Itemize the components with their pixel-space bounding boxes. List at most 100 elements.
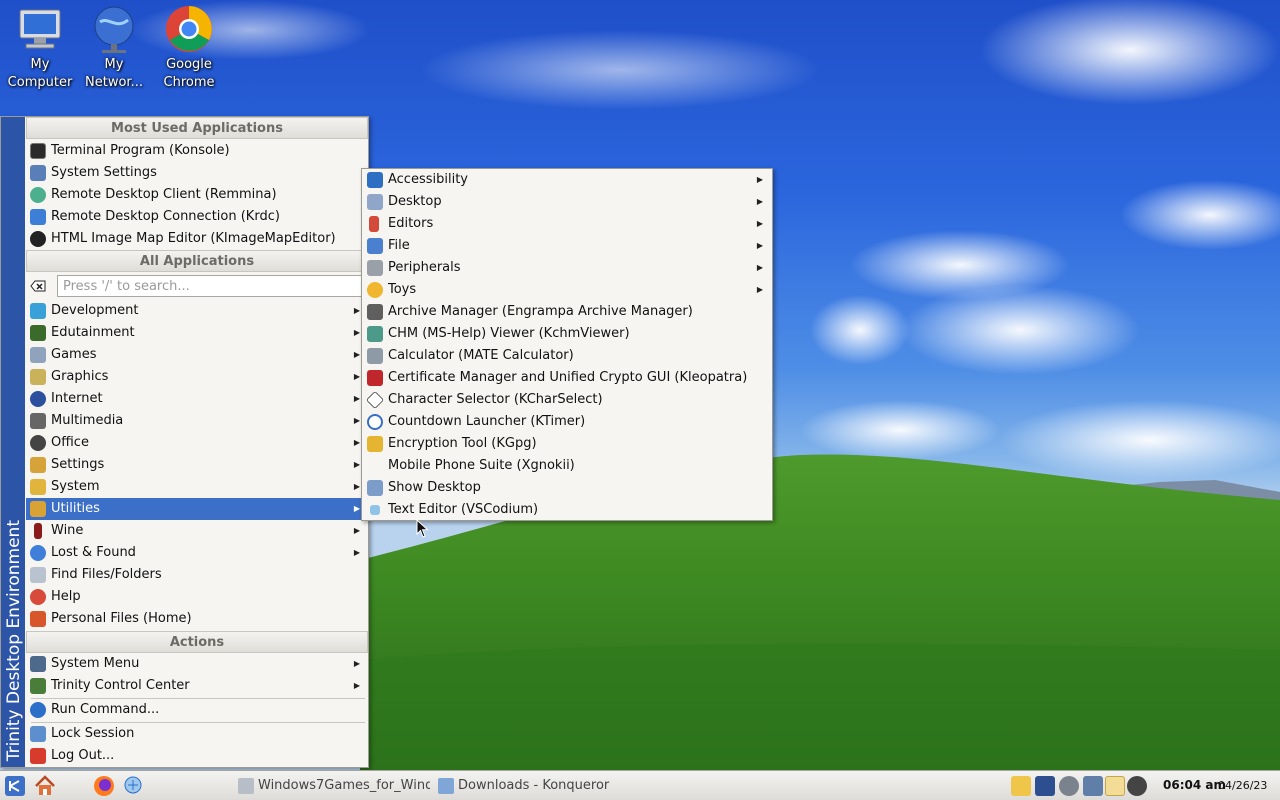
submenu-item-kleopatra[interactable]: Certificate Manager and Unified Crypto G…: [363, 367, 771, 389]
menu-item-run-command[interactable]: Run Command...: [26, 699, 368, 721]
submenu-item-peripherals[interactable]: Peripherals ▶: [363, 257, 771, 279]
editors-icon: [369, 216, 379, 232]
submenu-arrow-icon: ▶: [756, 175, 763, 184]
mouse-cursor-icon: [416, 519, 429, 538]
submenu-arrow-icon: ▶: [756, 219, 763, 228]
menu-item-settings[interactable]: Settings ▶: [26, 454, 368, 476]
task-konqueror-downloads[interactable]: Downloads - Konqueror: [436, 774, 636, 798]
chm-viewer-icon: [367, 326, 383, 342]
menu-item-kimagemapeditor[interactable]: HTML Image Map Editor (KImageMapEditor): [26, 228, 368, 250]
menu-item-find-files[interactable]: Find Files/Folders: [26, 564, 368, 586]
home-folder-icon[interactable]: [34, 774, 56, 798]
desktop-icon-label: My Computer: [7, 57, 73, 90]
menu-item-edutainment[interactable]: Edutainment ▶: [26, 322, 368, 344]
wine-icon: [34, 523, 42, 539]
graphics-icon: [30, 369, 46, 385]
menu-item-development[interactable]: Development ▶: [26, 300, 368, 322]
menu-item-games[interactable]: Games ▶: [26, 344, 368, 366]
menu-item-lost-found[interactable]: Lost & Found ▶: [26, 542, 368, 564]
terminal-icon: [30, 143, 46, 159]
menu-item-system[interactable]: System ▶: [26, 476, 368, 498]
submenu-item-kgpg[interactable]: Encryption Tool (KGpg): [363, 433, 771, 455]
menu-item-wine[interactable]: Wine ▶: [26, 520, 368, 542]
submenu-item-ktimer[interactable]: Countdown Launcher (KTimer): [363, 411, 771, 433]
menu-item-graphics[interactable]: Graphics ▶: [26, 366, 368, 388]
menu-item-lock-session[interactable]: Lock Session: [26, 723, 368, 745]
submenu-arrow-icon: ▶: [353, 681, 360, 690]
menu-item-konsole[interactable]: Terminal Program (Konsole): [26, 140, 368, 162]
update-tray-icon[interactable]: [1127, 776, 1147, 796]
submenu-item-desktop[interactable]: Desktop ▶: [363, 191, 771, 213]
settings-icon: [30, 457, 46, 473]
calculator-icon: [367, 348, 383, 364]
menu-item-help[interactable]: Help: [26, 586, 368, 608]
submenu-arrow-icon: ▶: [353, 504, 360, 513]
all-applications-header: All Applications: [26, 250, 368, 272]
desktop-icon: [367, 194, 383, 210]
edutainment-icon: [30, 325, 46, 341]
k-menu-sidebar: Trinity Desktop Environment: [1, 117, 25, 767]
lock-icon: [30, 726, 46, 742]
submenu-item-vscodium[interactable]: Text Editor (VSCodium): [363, 499, 771, 521]
menu-item-control-center[interactable]: Trinity Control Center ▶: [26, 675, 368, 697]
firefox-icon[interactable]: [92, 774, 116, 798]
submenu-arrow-icon: ▶: [756, 197, 763, 206]
k-menu-button-icon[interactable]: [4, 774, 26, 798]
network-tool-icon[interactable]: [122, 774, 146, 798]
submenu-item-show-desktop[interactable]: Show Desktop: [363, 477, 771, 499]
submenu-item-chm-viewer[interactable]: CHM (MS-Help) Viewer (KchmViewer): [363, 323, 771, 345]
menu-item-log-out[interactable]: Log Out...: [26, 745, 368, 767]
archive-icon: [367, 304, 383, 320]
clipboard-tray-icon[interactable]: [1011, 776, 1031, 796]
kleopatra-icon: [367, 370, 383, 386]
desktop-icon-label: My Networ...: [85, 57, 143, 90]
run-command-icon: [30, 702, 46, 718]
search-input[interactable]: [57, 275, 366, 297]
menu-item-system-settings[interactable]: System Settings: [26, 162, 368, 184]
desktop-icon-label: Google Chrome: [163, 57, 215, 90]
submenu-arrow-icon: ▶: [353, 659, 360, 668]
clear-search-icon[interactable]: [30, 278, 46, 294]
submenu-item-editors[interactable]: Editors ▶: [363, 213, 771, 235]
submenu-item-archive-manager[interactable]: Archive Manager (Engrampa Archive Manage…: [363, 301, 771, 323]
charselect-icon: [365, 390, 385, 410]
desktop-icon-my-network[interactable]: My Networ...: [76, 4, 152, 92]
kgpg-icon: [367, 436, 383, 452]
menu-item-utilities[interactable]: Utilities ▶: [26, 498, 368, 520]
submenu-item-kcharselect[interactable]: Character Selector (KCharSelect): [363, 389, 771, 411]
volume-tray-icon[interactable]: [1083, 776, 1103, 796]
menu-item-multimedia[interactable]: Multimedia ▶: [26, 410, 368, 432]
desktop-icon-my-computer[interactable]: My Computer: [2, 4, 78, 92]
home-icon: [30, 611, 46, 627]
help-icon: [30, 589, 46, 605]
krdc-icon: [30, 209, 46, 225]
clock-time[interactable]: 06:04 am: [1163, 778, 1226, 792]
submenu-item-toys[interactable]: Toys ▶: [363, 279, 771, 301]
submenu-item-file[interactable]: File ▶: [363, 235, 771, 257]
peripherals-icon: [367, 260, 383, 276]
menu-item-remmina[interactable]: Remote Desktop Client (Remmina): [26, 184, 368, 206]
computer-icon: [19, 9, 61, 49]
submenu-item-accessibility[interactable]: Accessibility ▶: [363, 169, 771, 191]
display-tray-icon[interactable]: [1035, 776, 1055, 796]
submenu-item-xgnokii[interactable]: Mobile Phone Suite (Xgnokii): [363, 455, 771, 477]
task-windows7games[interactable]: Windows7Games_for_Windo: [236, 774, 430, 798]
menu-item-office[interactable]: Office ▶: [26, 432, 368, 454]
desktop-icon-google-chrome[interactable]: Google Chrome: [151, 4, 227, 92]
remmina-icon: [30, 187, 46, 203]
menu-item-system-menu[interactable]: System Menu ▶: [26, 653, 368, 675]
internet-icon: [30, 391, 46, 407]
utilities-submenu: Accessibility ▶ Desktop ▶ Editors ▶ File ▶ P…: [361, 168, 773, 521]
multimedia-icon: [30, 413, 46, 429]
imagemap-icon: [30, 231, 46, 247]
menu-item-krdc[interactable]: Remote Desktop Connection (Krdc): [26, 206, 368, 228]
games-icon: [30, 347, 46, 363]
search-row: [26, 273, 368, 299]
network-tray-icon[interactable]: [1059, 776, 1079, 796]
submenu-item-calculator[interactable]: Calculator (MATE Calculator): [363, 345, 771, 367]
clock-date[interactable]: 04/26/23: [1218, 779, 1267, 792]
menu-item-internet[interactable]: Internet ▶: [26, 388, 368, 410]
submenu-arrow-icon: ▶: [353, 438, 360, 447]
menu-item-home[interactable]: Personal Files (Home): [26, 608, 368, 630]
klipper-tray-icon[interactable]: [1105, 776, 1125, 796]
